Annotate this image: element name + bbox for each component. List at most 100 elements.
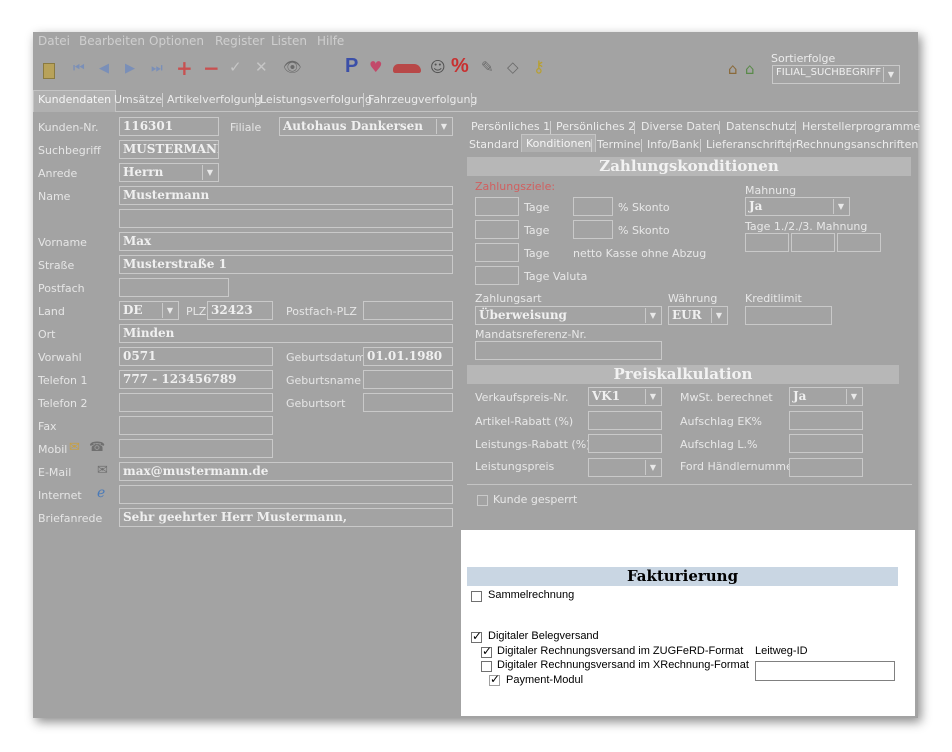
- zugferd-checkbox[interactable]: [481, 644, 492, 658]
- last-record-icon[interactable]: ⏭: [151, 61, 163, 76]
- skonto-1-field[interactable]: [573, 197, 613, 216]
- house-green-icon[interactable]: ⌂: [745, 60, 755, 78]
- tab-konditionen[interactable]: Konditionen: [521, 134, 597, 152]
- ford-field[interactable]: [789, 458, 863, 477]
- percent-icon[interactable]: %: [451, 55, 469, 78]
- mwst-select[interactable]: Ja ▼: [789, 387, 863, 406]
- mahnung-select[interactable]: Ja ▼: [745, 197, 850, 216]
- eraser-icon[interactable]: ◇: [507, 58, 519, 76]
- phone-icon[interactable]: ☎: [89, 440, 105, 455]
- geburtsort-field[interactable]: [363, 393, 453, 412]
- tab-info-bank[interactable]: Info/Bank: [647, 138, 699, 151]
- geburtsname-field[interactable]: [363, 370, 453, 389]
- tab-termine[interactable]: Termine: [597, 138, 640, 151]
- plz-field[interactable]: 32423: [207, 301, 273, 320]
- postfach-plz-field[interactable]: [363, 301, 453, 320]
- name-field[interactable]: Mustermann: [119, 186, 453, 205]
- car-icon[interactable]: [393, 64, 421, 73]
- suchbegriff-field[interactable]: MUSTERMANN: [119, 140, 219, 159]
- leistungs-rabatt-field[interactable]: [588, 434, 662, 453]
- zahlungsziel-tage-netto[interactable]: [475, 243, 519, 262]
- key-icon[interactable]: ⚷: [533, 57, 545, 76]
- email-field[interactable]: max@mustermann.de: [119, 462, 453, 481]
- filiale-select[interactable]: Autohaus Dankersen ▼: [279, 117, 453, 136]
- tab-datenschutz[interactable]: Datenschutz: [726, 120, 795, 133]
- tab-leistungsverfolgung[interactable]: Leistungsverfolgung: [260, 93, 372, 106]
- internet-field[interactable]: [119, 485, 453, 504]
- view-eye-icon[interactable]: 👁: [283, 58, 302, 76]
- mahnung-tage-2-field[interactable]: [791, 233, 835, 252]
- zahlungsziel-tage-1[interactable]: [475, 197, 519, 216]
- payment-modul-checkbox[interactable]: [489, 672, 500, 686]
- heart-icon[interactable]: ♥: [369, 58, 382, 76]
- tab-fahrzeugverfolgung[interactable]: Fahrzeugverfolgung: [368, 93, 477, 106]
- tab-standard[interactable]: Standard: [469, 138, 519, 151]
- menu-datei[interactable]: Datei: [38, 34, 70, 48]
- vorname-field[interactable]: Max: [119, 232, 453, 251]
- menu-bearbeiten[interactable]: Bearbeiten: [79, 34, 145, 48]
- confirm-icon[interactable]: ✓: [229, 58, 242, 76]
- tab-diverse-daten[interactable]: Diverse Daten: [641, 120, 720, 133]
- cancel-icon[interactable]: ✕: [255, 58, 268, 76]
- telefon2-field[interactable]: [119, 393, 273, 412]
- anrede-select[interactable]: Herrn ▼: [119, 163, 219, 182]
- geburtsdatum-field[interactable]: 01.01.1980: [363, 347, 453, 366]
- tab-kundendaten[interactable]: Kundendaten: [33, 90, 117, 112]
- tab-persoenliches-2[interactable]: Persönliches 2: [556, 120, 635, 133]
- face-icon[interactable]: ☺: [430, 58, 446, 76]
- ort-field[interactable]: Minden: [119, 324, 453, 343]
- fax-field[interactable]: [119, 416, 273, 435]
- zahlungsart-select[interactable]: Überweisung ▼: [475, 306, 662, 325]
- mahnung-tage-3-field[interactable]: [837, 233, 881, 252]
- skonto-2-field[interactable]: [573, 220, 613, 239]
- digitaler-belegversand-checkbox[interactable]: [471, 629, 482, 643]
- tab-lieferanschriften[interactable]: Lieferanschriften: [706, 138, 799, 151]
- browser-icon[interactable]: ℯ: [97, 485, 105, 501]
- telefon1-field[interactable]: 777 - 123456789: [119, 370, 273, 389]
- artikel-rabatt-field[interactable]: [588, 411, 662, 430]
- leistungspreis-select[interactable]: ▼: [588, 458, 662, 477]
- mandat-field[interactable]: [475, 341, 662, 360]
- aufschlag-ek-field[interactable]: [789, 411, 863, 430]
- menu-listen[interactable]: Listen: [271, 34, 307, 48]
- menu-optionen[interactable]: Optionen: [149, 34, 204, 48]
- sort-order-select[interactable]: FILIAL_SUCHBEGRIFF ▼: [772, 65, 900, 84]
- menu-hilfe[interactable]: Hilfe: [317, 34, 344, 48]
- exit-door-icon[interactable]: [43, 63, 55, 79]
- tab-artikelverfolgung[interactable]: Artikelverfolgung: [167, 93, 262, 106]
- kunde-gesperrt-checkbox[interactable]: [477, 495, 488, 506]
- waehrung-select[interactable]: EUR ▼: [668, 306, 728, 325]
- briefanrede-field[interactable]: Sehr geehrter Herr Mustermann,: [119, 508, 453, 527]
- sammelrechnung-checkbox[interactable]: [471, 591, 482, 602]
- parking-p-icon[interactable]: P: [345, 55, 358, 78]
- postfach-field[interactable]: [119, 278, 229, 297]
- tab-rechnungsanschriften[interactable]: Rechnungsanschriften: [796, 138, 918, 151]
- kunden-nr-field[interactable]: 116301: [119, 117, 219, 136]
- remove-icon[interactable]: −: [203, 56, 220, 80]
- tage-valuta-field[interactable]: [475, 266, 519, 285]
- tab-umsaetze[interactable]: Umsätze: [114, 93, 162, 106]
- sms-phone-icon[interactable]: ✉: [69, 440, 80, 455]
- strasse-field[interactable]: Musterstraße 1: [119, 255, 453, 274]
- menu-register[interactable]: Register: [215, 34, 264, 48]
- xrechnung-checkbox[interactable]: [481, 661, 492, 672]
- vorwahl-field[interactable]: 0571: [119, 347, 273, 366]
- next-record-icon[interactable]: ▶: [125, 61, 135, 76]
- first-record-icon[interactable]: ⏮: [73, 61, 85, 76]
- add-icon[interactable]: +: [176, 56, 193, 80]
- aufschlag-l-field[interactable]: [789, 434, 863, 453]
- brush-icon[interactable]: ✎: [481, 58, 494, 76]
- name2-field[interactable]: [119, 209, 453, 228]
- mail-icon[interactable]: ✉: [97, 463, 108, 478]
- mobil-field[interactable]: [119, 439, 273, 458]
- land-select[interactable]: DE ▼: [119, 301, 179, 320]
- tab-persoenliches-1[interactable]: Persönliches 1: [471, 120, 550, 133]
- leitweg-id-input[interactable]: [755, 661, 895, 681]
- vk-select[interactable]: VK1 ▼: [588, 387, 662, 406]
- zahlungsziel-tage-2[interactable]: [475, 220, 519, 239]
- previous-record-icon[interactable]: ◀: [99, 61, 109, 76]
- kreditlimit-field[interactable]: [745, 306, 832, 325]
- tab-herstellerprogramme[interactable]: Herstellerprogramme: [802, 120, 920, 133]
- mahnung-tage-1-field[interactable]: [745, 233, 789, 252]
- house-icon[interactable]: ⌂: [728, 60, 738, 78]
